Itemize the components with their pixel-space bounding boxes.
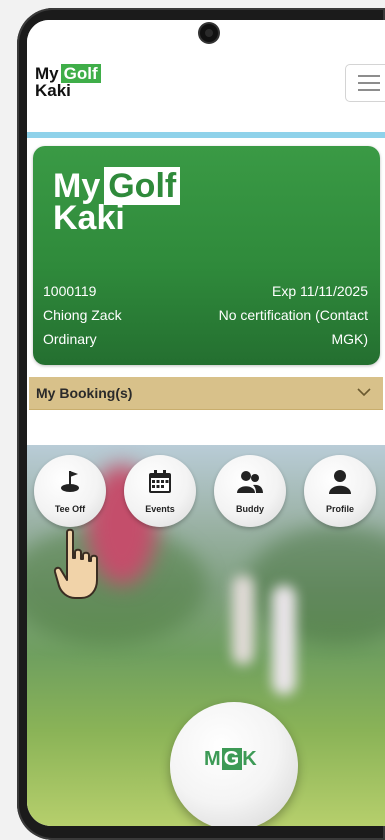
events-button[interactable]: Events — [124, 455, 196, 527]
bg-player-leg — [272, 585, 296, 695]
card-row-type: Ordinary MGK) — [43, 331, 368, 347]
events-label: Events — [145, 504, 175, 514]
ball-letter-g: G — [221, 748, 243, 770]
golf-flag-icon — [61, 471, 79, 492]
profile-label: Profile — [325, 504, 354, 514]
my-bookings-content — [29, 410, 383, 444]
header-accent-bar — [27, 132, 385, 138]
expiry-date: Exp 11/11/2025 — [271, 283, 368, 299]
certification-status: No certification (Contact — [218, 307, 368, 323]
tee-off-button[interactable]: Tee Off — [34, 455, 106, 527]
member-name: Chiong Zack — [43, 307, 122, 323]
app-screen: My Golf Kaki My Golf Kaki 1000119 Exp 11/1… — [27, 20, 385, 826]
golf-ball-logo: MGK — [170, 702, 298, 826]
app-logo[interactable]: My Golf Kaki — [35, 64, 101, 100]
bg-player-leg — [232, 575, 254, 665]
user-icon — [329, 470, 351, 494]
buddy-button[interactable]: Buddy — [214, 455, 286, 527]
tee-off-label: Tee Off — [54, 504, 86, 514]
bg-shade — [247, 525, 385, 645]
menu-line — [358, 89, 380, 91]
people-icon — [237, 471, 263, 493]
tap-hand-pointer-icon — [53, 528, 98, 599]
camera-icon — [200, 24, 218, 42]
my-bookings-accordion[interactable]: My Booking(s) — [29, 377, 383, 410]
card-row-id: 1000119 Exp 11/11/2025 — [43, 283, 368, 299]
card-row-name: Chiong Zack No certification (Contact — [43, 307, 368, 323]
card-logo-kaki: Kaki — [53, 199, 125, 237]
menu-line — [358, 75, 380, 77]
member-id: 1000119 — [43, 283, 97, 299]
calendar-icon — [149, 470, 171, 493]
card-logo: My Golf Kaki — [53, 167, 181, 237]
certification-status-cont: MGK) — [331, 331, 368, 347]
profile-button[interactable]: Profile — [304, 455, 376, 527]
ball-letter-k: K — [242, 748, 258, 770]
menu-line — [358, 82, 380, 84]
my-bookings-title: My Booking(s) — [36, 385, 133, 401]
membership-card[interactable]: My Golf Kaki 1000119 Exp 11/11/2025 Chion… — [33, 146, 380, 365]
buddy-label: Buddy — [236, 504, 264, 514]
logo-text-kaki: Kaki — [35, 81, 71, 100]
quick-actions: Tee Off Events Buddy Profile — [27, 455, 385, 535]
membership-type: Ordinary — [43, 331, 97, 347]
hamburger-menu-button[interactable] — [345, 64, 385, 102]
chevron-down-icon — [357, 388, 371, 397]
ball-letter-m: M — [204, 748, 222, 770]
mgk-ball-text: MGK — [204, 748, 258, 771]
